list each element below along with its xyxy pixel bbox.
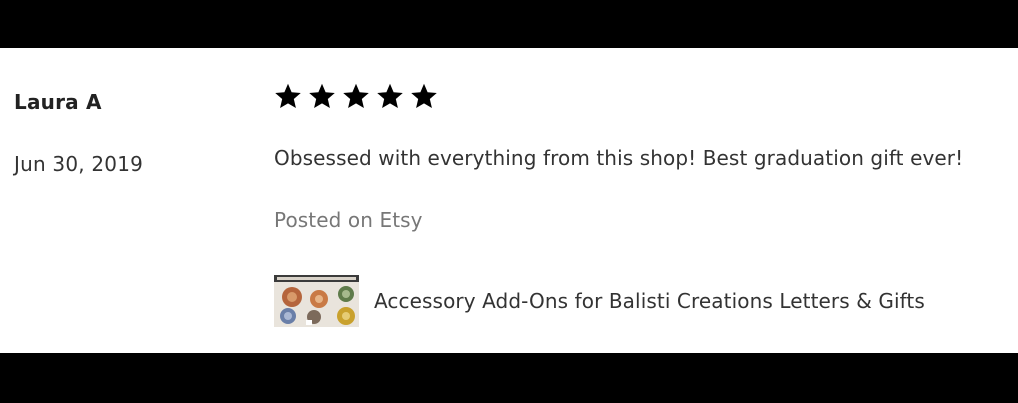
star-icon [275,83,301,109]
star-rating [274,82,438,110]
screenshot-frame: Laura A Jun 30, 2019 Obsessed with every… [0,0,1018,403]
review-text: Obsessed with everything from this shop!… [274,146,964,170]
star-icon [343,83,369,109]
product-thumbnail-image[interactable] [274,275,359,327]
review-source: Posted on Etsy [274,208,423,232]
product-link[interactable]: Accessory Add-Ons for Balisti Creations … [274,275,925,327]
product-title[interactable]: Accessory Add-Ons for Balisti Creations … [374,289,925,313]
review-date: Jun 30, 2019 [14,152,144,176]
star-icon [377,83,403,109]
reviewer-name: Laura A [14,90,102,114]
star-icon [411,83,437,109]
star-icon [309,83,335,109]
